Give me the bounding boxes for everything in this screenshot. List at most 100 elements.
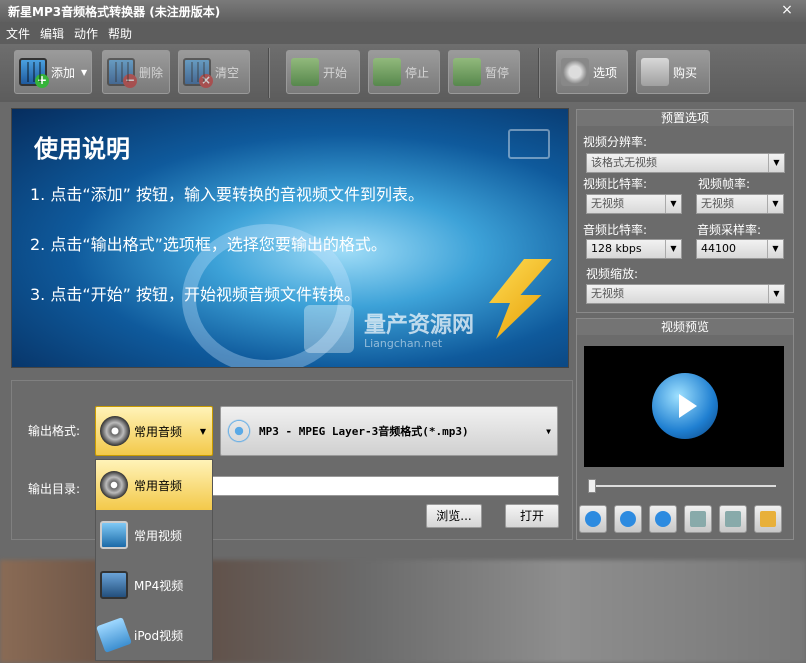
stop-icon — [655, 511, 671, 527]
monitor-icon — [100, 521, 128, 549]
menu-file[interactable]: 文件 — [6, 25, 30, 42]
start-button-label: 开始 — [323, 65, 348, 80]
list-item[interactable]: 常用音频 — [96, 460, 212, 510]
list-item[interactable]: 常用视频 — [96, 510, 212, 560]
watermark-text: 量产资源网 — [364, 313, 475, 338]
cd-icon — [100, 471, 128, 499]
camera-icon — [725, 511, 741, 527]
chevron-down-icon: ▼ — [767, 240, 783, 258]
stop-button-preview[interactable] — [649, 505, 677, 533]
clear-button[interactable]: × 清空 — [178, 50, 250, 94]
clear-film-icon: × — [183, 58, 213, 88]
chevron-down-icon: ▼ — [199, 427, 206, 436]
menu-help[interactable]: 帮助 — [108, 25, 132, 42]
instructions-title: 使用说明 — [34, 135, 130, 163]
instructions-banner: 使用说明 1. 点击“添加” 按钮，输入要转换的音视频文件到列表。 2. 点击“… — [11, 108, 569, 368]
buy-button-label: 购买 — [673, 65, 698, 80]
browse-button[interactable]: 浏览... — [426, 504, 482, 528]
list-item-label: 常用视频 — [134, 528, 183, 543]
snapshot-button[interactable] — [719, 505, 747, 533]
output-dir-input[interactable] — [212, 476, 559, 496]
pause-icon — [620, 511, 636, 527]
pause-button[interactable]: 暂停 — [448, 50, 520, 94]
start-button[interactable]: 开始 — [286, 50, 360, 94]
format-icon — [225, 417, 253, 445]
output-dir-label: 输出目录: — [28, 482, 81, 496]
video-zoom-value: 无视频 — [591, 287, 624, 300]
add-button[interactable]: + 添加 ▼ — [14, 50, 92, 94]
video-fps-label: 视频帧率: — [698, 177, 751, 191]
list-item[interactable]: MP4视频 — [96, 560, 212, 610]
delete-button[interactable]: − 删除 — [102, 50, 170, 94]
menu-edit[interactable]: 编辑 — [40, 25, 64, 42]
gear-icon — [561, 58, 589, 86]
open-button[interactable]: 打开 — [505, 504, 559, 528]
audio-samplerate-select[interactable]: 44100 ▼ — [696, 239, 784, 259]
output-format-label: 输出格式: — [28, 424, 81, 438]
close-icon[interactable]: × — [778, 1, 796, 19]
chevron-down-icon: ▼ — [665, 240, 681, 258]
stop-button-label: 停止 — [405, 65, 430, 80]
video-bitrate-select[interactable]: 无视频 ▼ — [586, 194, 682, 214]
toolbar: + 添加 ▼ − 删除 × 清空 开始 停止 暂停 选项 购买 — [0, 44, 806, 102]
chevron-down-icon: ▼ — [768, 154, 784, 172]
instruction-step-1: 1. 点击“添加” 按钮，输入要转换的音视频文件到列表。 — [30, 185, 425, 204]
video-fps-select[interactable]: 无视频 ▼ — [696, 194, 784, 214]
video-resolution-label: 视频分辨率: — [583, 135, 648, 149]
play-icon[interactable] — [652, 373, 718, 439]
audio-bitrate-value: 128 kbps — [591, 242, 642, 255]
clear-button-label: 清空 — [215, 65, 240, 80]
title-bar: 新星MP3音频格式转换器 (未注册版本) × — [0, 0, 806, 22]
audio-bitrate-select[interactable]: 128 kbps ▼ — [586, 239, 682, 259]
folder-icon — [760, 511, 776, 527]
play-button[interactable] — [579, 505, 607, 533]
window-title: 新星MP3音频格式转换器 (未注册版本) — [8, 4, 221, 19]
chevron-down-icon: ▼ — [767, 195, 783, 213]
preset-header: 预置选项 — [577, 110, 793, 126]
list-item-label: iPod视频 — [134, 628, 184, 643]
options-button[interactable]: 选项 — [556, 50, 628, 94]
stop-button[interactable]: 停止 — [368, 50, 440, 94]
video-preview-screen — [584, 346, 784, 467]
audio-samplerate-value: 44100 — [701, 242, 736, 255]
cart-icon — [641, 58, 669, 86]
pause-button-preview[interactable] — [614, 505, 642, 533]
codec-value: MP3 - MPEG Layer-3音频格式(*.mp3) — [259, 425, 469, 438]
film-strip-icon — [508, 129, 550, 159]
delete-film-icon: − — [107, 58, 137, 88]
list-item-label: 常用音频 — [134, 478, 183, 493]
list-item-label: MP4视频 — [134, 578, 184, 593]
watermark-logo — [304, 305, 354, 353]
chevron-down-icon: ▼ — [546, 427, 551, 436]
menu-bar: 文件 编辑 动作 帮助 — [0, 22, 806, 44]
chevron-down-icon: ▼ — [768, 285, 784, 303]
play-icon — [585, 511, 601, 527]
output-format-select[interactable]: 常用音频 ▼ — [95, 406, 213, 456]
open-folder-button[interactable] — [754, 505, 782, 533]
pause-icon — [453, 58, 481, 86]
codec-select[interactable]: MP3 - MPEG Layer-3音频格式(*.mp3) ▼ — [220, 406, 558, 456]
list-item[interactable]: iPod视频 — [96, 610, 212, 660]
delete-button-label: 删除 — [139, 65, 164, 80]
pause-button-label: 暂停 — [485, 65, 510, 80]
video-bitrate-value: 无视频 — [591, 197, 624, 210]
buy-button[interactable]: 购买 — [636, 50, 710, 94]
seek-bar[interactable] — [592, 485, 776, 487]
ipod-icon — [96, 617, 132, 653]
volume-icon — [690, 511, 706, 527]
seek-handle[interactable] — [588, 479, 596, 493]
lightning-bolt-icon — [489, 259, 552, 339]
add-button-label: 添加 — [51, 65, 76, 80]
instruction-step-2: 2. 点击“输出格式”选项框，选择您要输出的格式。 — [30, 235, 387, 254]
instruction-step-3: 3. 点击“开始” 按钮，开始视频音频文件转换。 — [30, 285, 361, 304]
cd-icon — [100, 416, 130, 446]
volume-button[interactable] — [684, 505, 712, 533]
options-button-label: 选项 — [593, 65, 618, 80]
watermark-subtext: Liangchan.net — [364, 337, 443, 350]
video-resolution-select[interactable]: 该格式无视频 ▼ — [586, 153, 785, 173]
audio-bitrate-label: 音频比特率: — [583, 223, 648, 237]
chevron-down-icon: ▼ — [665, 195, 681, 213]
menu-action[interactable]: 动作 — [74, 25, 98, 42]
video-zoom-select[interactable]: 无视频 ▼ — [586, 284, 785, 304]
toolbar-divider — [538, 48, 540, 98]
